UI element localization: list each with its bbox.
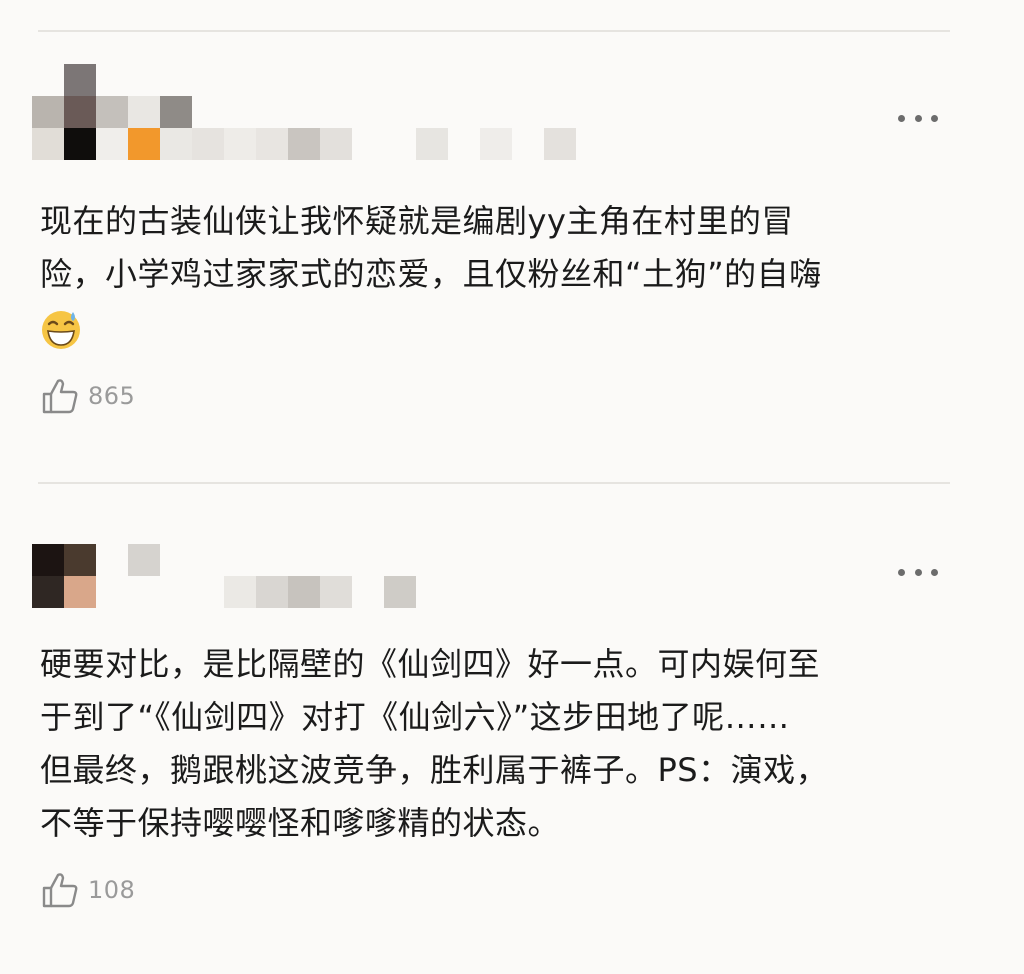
avatar[interactable]: [32, 544, 160, 608]
more-dots-icon: [898, 568, 905, 576]
comment-divider: [38, 482, 950, 484]
comment-text-line: 不等于保持嘤嘤怪和嗲嗲精的状态。: [40, 804, 561, 842]
username-blurred[interactable]: [224, 576, 424, 608]
top-divider: [38, 30, 950, 32]
comment-text-line: 但最终，鹅跟桃这波竞争，胜利属于裤子。PS：演戏，: [40, 751, 829, 789]
grinning-sweat-face-icon: [42, 311, 80, 349]
thumbs-up-icon: [42, 873, 78, 908]
like-count: 108: [88, 876, 136, 904]
more-options-button[interactable]: [898, 108, 938, 128]
comment-text-line: 硬要对比，是比隔壁的《仙剑四》好一点。可内娱何至: [40, 645, 821, 683]
comment-text: 硬要对比，是比隔壁的《仙剑四》好一点。可内娱何至 于到了“《仙剑四》对打《仙剑六…: [40, 638, 940, 850]
comment-text: 现在的古装仙侠让我怀疑就是编剧yy主角在村里的冒 险，小学鸡过家家式的恋爱，且仅…: [40, 195, 940, 354]
username-blurred[interactable]: [160, 128, 580, 160]
comment-text-line: 险，小学鸡过家家式的恋爱，且仅粉丝和“土狗”的自嗨: [40, 255, 822, 293]
like-button[interactable]: 865: [40, 376, 135, 416]
more-options-button[interactable]: [898, 562, 938, 582]
like-button[interactable]: 108: [40, 870, 135, 910]
more-dots-icon: [898, 114, 905, 122]
comment-text-line: 于到了“《仙剑四》对打《仙剑六》”这步田地了呢……: [40, 698, 790, 736]
comment-text-line: 现在的古装仙侠让我怀疑就是编剧yy主角在村里的冒: [40, 202, 794, 240]
thumbs-up-icon: [42, 379, 78, 414]
like-count: 865: [88, 382, 136, 410]
